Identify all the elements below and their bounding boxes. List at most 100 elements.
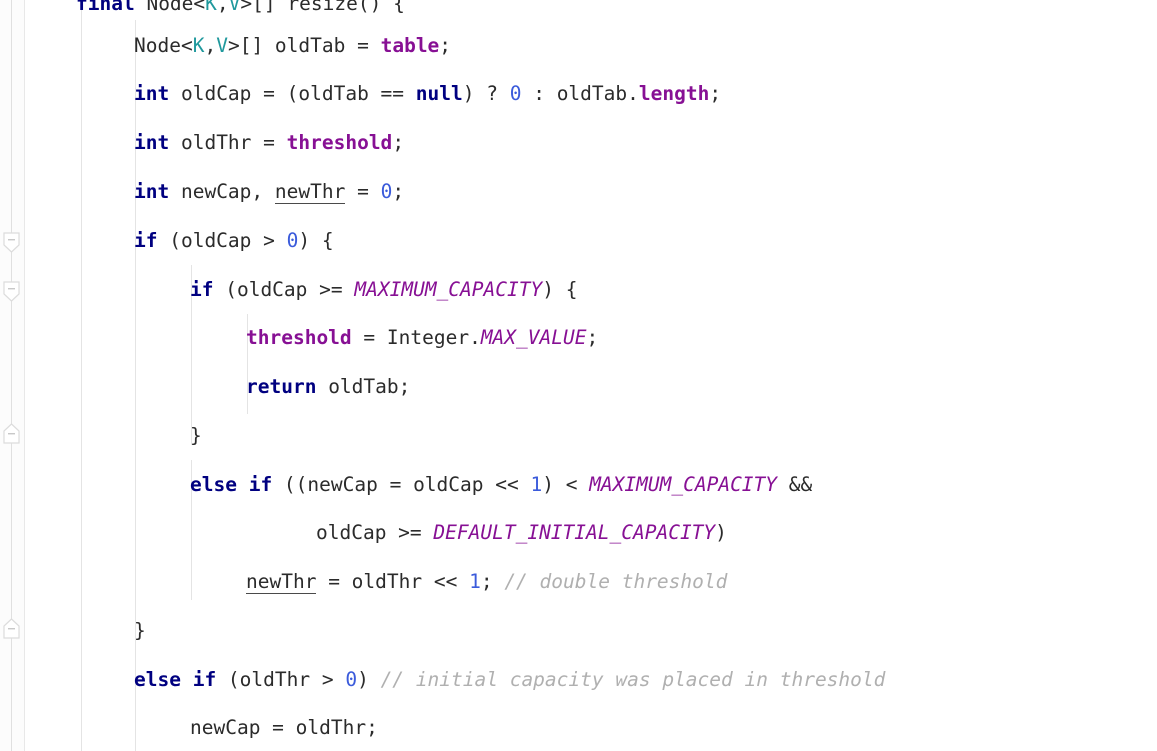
code-token-plain: = xyxy=(345,180,381,203)
code-token-plain: ) xyxy=(715,521,727,544)
code-token-plain: = oldThr << xyxy=(316,570,470,593)
code-token-plain: resize xyxy=(287,0,358,15)
code-token-plain: ; xyxy=(392,131,405,154)
code-token-plain: newCap, xyxy=(169,180,275,203)
code-token-warnunderline: newThr xyxy=(246,570,317,594)
code-token-typeparam: V xyxy=(216,34,228,57)
code-line[interactable]: else if (oldThr > 0) // initial capacity… xyxy=(24,656,885,705)
code-token-plain: ) { xyxy=(542,278,578,301)
fold-end-icon xyxy=(3,618,20,639)
code-token-field: length xyxy=(638,82,710,105)
code-token-static: MAXIMUM_CAPACITY xyxy=(589,473,778,496)
code-token-kw: else if xyxy=(190,473,273,496)
code-line[interactable]: if (oldCap > 0) { xyxy=(24,217,334,266)
code-token-plain: >[] xyxy=(240,0,288,15)
code-token-plain: ) xyxy=(357,668,381,691)
code-token-plain: (oldThr > xyxy=(216,668,346,691)
code-token-kw: int xyxy=(134,131,170,154)
code-token-kw: null xyxy=(415,82,463,105)
code-content-area[interactable]: final Node<K,V>[] resize() {Node<K,V>[] … xyxy=(24,0,1157,751)
code-token-plain: ; xyxy=(586,326,599,349)
code-token-warnunderline: newThr xyxy=(274,180,346,204)
minus-glyph xyxy=(8,433,15,435)
code-token-plain: oldTab; xyxy=(316,375,411,398)
code-line[interactable]: newThr = oldThr << 1; // double threshol… xyxy=(24,558,727,607)
code-token-plain: Node xyxy=(134,34,181,57)
code-token-kw: return xyxy=(246,375,317,398)
code-token-kw: int xyxy=(134,82,170,105)
code-token-kw: if xyxy=(134,229,158,252)
code-token-kw: int xyxy=(134,180,170,203)
code-token-plain: } xyxy=(190,424,202,447)
code-token-static: DEFAULT_INITIAL_CAPACITY xyxy=(433,521,716,544)
minus-glyph xyxy=(8,628,15,630)
code-line[interactable]: } xyxy=(24,412,202,461)
fold-end-marker-2[interactable] xyxy=(3,618,20,639)
code-token-plain: < xyxy=(193,0,206,15)
fold-end-marker-1[interactable] xyxy=(3,423,20,444)
code-token-plain: oldCap = (oldTab == xyxy=(169,82,416,105)
code-token-plain: oldThr = xyxy=(169,131,287,154)
code-token-plain: = Integer. xyxy=(351,326,481,349)
code-token-comment: // initial capacity was placed in thresh… xyxy=(380,668,886,691)
code-token-num: 0 xyxy=(286,229,299,252)
code-token-typeparam: V xyxy=(228,0,241,15)
code-line[interactable]: Node<K,V>[] oldTab = table; xyxy=(24,22,451,71)
code-token-plain: Node xyxy=(146,0,194,15)
code-token-field: threshold xyxy=(286,131,393,154)
code-editor[interactable]: final Node<K,V>[] resize() {Node<K,V>[] … xyxy=(0,0,1157,751)
code-token-plain: ) < xyxy=(542,473,590,496)
code-line[interactable]: int oldCap = (oldTab == null) ? 0 : oldT… xyxy=(24,70,721,119)
code-token-plain: && xyxy=(777,473,813,496)
code-token-plain: , xyxy=(216,0,229,15)
code-token-plain: : oldTab. xyxy=(521,82,639,105)
code-line[interactable]: threshold = Integer.MAX_VALUE; xyxy=(24,314,598,363)
code-token-plain: ; xyxy=(392,180,405,203)
code-token-static: MAXIMUM_CAPACITY xyxy=(354,278,543,301)
minus-glyph xyxy=(8,288,15,290)
code-token-plain: < xyxy=(180,34,193,57)
code-fold-gutter xyxy=(0,0,25,751)
code-token-kw: final xyxy=(76,0,147,15)
code-token-comment: // double threshold xyxy=(504,570,728,593)
code-token-typeparam: K xyxy=(205,0,217,15)
code-token-typeparam: K xyxy=(192,34,205,57)
code-token-plain: (oldCap >= xyxy=(213,278,355,301)
code-token-plain: oldCap >= xyxy=(316,521,434,544)
code-line[interactable]: } xyxy=(24,607,146,656)
code-token-plain: , xyxy=(204,34,217,57)
code-token-plain: newCap = oldThr; xyxy=(190,716,378,739)
code-token-plain: (oldCap > xyxy=(157,229,287,252)
code-token-num: 0 xyxy=(509,82,522,105)
code-token-num: 1 xyxy=(469,570,481,593)
code-token-static: MAX_VALUE xyxy=(480,326,587,349)
code-token-num: 0 xyxy=(380,180,393,203)
code-token-num: 1 xyxy=(530,473,543,496)
code-token-plain: () { xyxy=(357,0,405,15)
minus-glyph xyxy=(8,239,15,241)
code-token-field: threshold xyxy=(246,326,352,349)
code-token-plain: ) { xyxy=(298,229,334,252)
code-token-plain: ; xyxy=(709,82,722,105)
code-line[interactable]: newCap = oldThr; xyxy=(24,704,378,751)
code-token-num: 0 xyxy=(345,668,358,691)
fold-collapse-marker-2[interactable] xyxy=(3,281,20,302)
code-token-plain: } xyxy=(134,619,146,642)
code-line[interactable]: int oldThr = threshold; xyxy=(24,119,404,168)
code-token-plain: >[] oldTab = xyxy=(227,34,381,57)
code-line[interactable]: return oldTab; xyxy=(24,363,410,412)
code-token-kw: if xyxy=(190,278,214,301)
code-line[interactable]: else if ((newCap = oldCap << 1) < MAXIMU… xyxy=(24,461,812,510)
fold-collapse-icon xyxy=(3,281,20,302)
code-line[interactable]: if (oldCap >= MAXIMUM_CAPACITY) { xyxy=(24,266,577,315)
code-token-field: table xyxy=(380,34,440,57)
code-line[interactable]: int newCap, newThr = 0; xyxy=(24,168,404,217)
code-token-plain: ((newCap = oldCap << xyxy=(272,473,531,496)
code-token-kw: else if xyxy=(134,668,217,691)
code-token-plain: ) ? xyxy=(462,82,510,105)
fold-collapse-marker-1[interactable] xyxy=(3,232,20,253)
code-line[interactable]: oldCap >= DEFAULT_INITIAL_CAPACITY) xyxy=(24,509,727,558)
fold-end-icon xyxy=(3,423,20,444)
fold-collapse-icon xyxy=(3,232,20,253)
code-token-plain: ; xyxy=(439,34,452,57)
